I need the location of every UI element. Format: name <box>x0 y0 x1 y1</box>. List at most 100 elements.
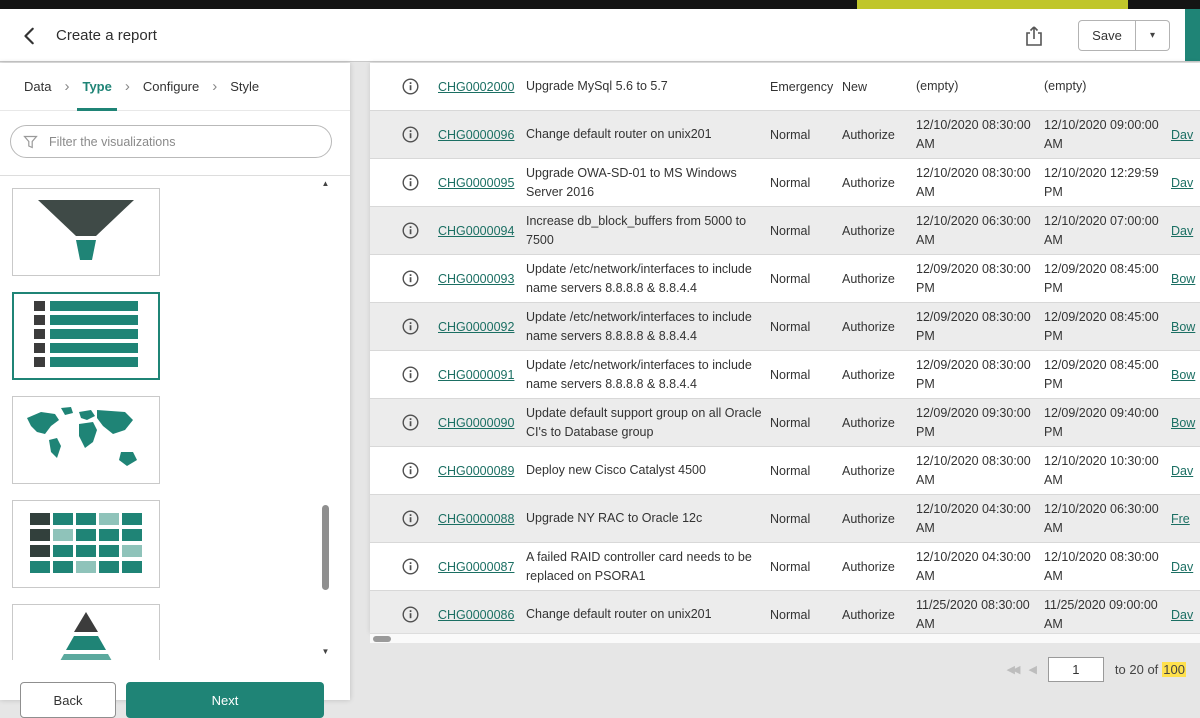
table-row: CHG0002000 Upgrade MySql 5.6 to 5.7 Emer… <box>370 63 1200 111</box>
change-number-link[interactable]: CHG0000089 <box>438 464 526 478</box>
tab-configure[interactable]: Configure <box>143 63 199 111</box>
wizard-steps: Data › Type › Configure › Style <box>0 63 350 111</box>
scroll-up-arrow-icon[interactable]: ▲ <box>319 179 332 189</box>
change-number-link[interactable]: CHG0000096 <box>438 128 526 142</box>
change-number-link[interactable]: CHG0000090 <box>438 416 526 430</box>
assigned-to-link[interactable]: Dav <box>1171 224 1200 238</box>
back-button[interactable]: Back <box>20 682 116 718</box>
table-row: CHG0000096 Change default router on unix… <box>370 111 1200 159</box>
state-cell: Authorize <box>842 608 916 622</box>
change-number-link[interactable]: CHG0000092 <box>438 320 526 334</box>
page-number-input[interactable] <box>1048 657 1104 682</box>
planned-end-cell: 12/10/2020 07:00:00 AM <box>1044 212 1171 248</box>
viz-card-funnel[interactable] <box>12 188 160 276</box>
info-icon[interactable] <box>402 126 419 143</box>
assigned-to-link[interactable]: Bow <box>1171 320 1200 334</box>
assigned-to-link[interactable]: Dav <box>1171 128 1200 142</box>
assigned-to-link[interactable]: Bow <box>1171 416 1200 430</box>
viz-card-heatmap[interactable] <box>12 500 160 588</box>
short-description-cell: A failed RAID controller card needs to b… <box>526 548 764 584</box>
short-description-cell: Update /etc/network/interfaces to includ… <box>526 260 764 296</box>
info-icon[interactable] <box>402 366 419 383</box>
row-info-cell <box>382 126 438 143</box>
planned-end-cell: 12/09/2020 08:45:00 PM <box>1044 308 1171 344</box>
assigned-to-link[interactable]: Bow <box>1171 272 1200 286</box>
pagination-total: 100 <box>1162 662 1186 677</box>
planned-end-cell: 11/25/2020 09:00:00 AM <box>1044 596 1171 632</box>
viz-card-world-map[interactable] <box>12 396 160 484</box>
save-button[interactable]: Save <box>1078 20 1136 51</box>
info-icon[interactable] <box>402 318 419 335</box>
priority-cell: Normal <box>770 272 842 286</box>
assigned-to-link[interactable]: Dav <box>1171 464 1200 478</box>
planned-start-cell: 12/10/2020 04:30:00 AM <box>916 548 1044 584</box>
chevron-right-icon: › <box>125 78 130 95</box>
planned-start-cell: 12/09/2020 08:30:00 PM <box>916 308 1044 344</box>
info-icon[interactable] <box>402 414 419 431</box>
change-number-link[interactable]: CHG0000091 <box>438 368 526 382</box>
short-description-cell: Update default support group on all Orac… <box>526 404 764 440</box>
info-icon[interactable] <box>402 174 419 191</box>
assigned-to-link[interactable]: Fre <box>1171 512 1200 526</box>
report-wizard-panel: Data › Type › Configure › Style <box>0 63 350 700</box>
previous-page-icon[interactable]: ◀ <box>1028 663 1036 676</box>
tab-style[interactable]: Style <box>230 63 259 111</box>
info-icon[interactable] <box>402 558 419 575</box>
top-bar-stripe <box>857 0 1128 9</box>
visualization-filter <box>10 125 332 158</box>
change-number-link[interactable]: CHG0000088 <box>438 512 526 526</box>
save-menu-button[interactable]: ▾ <box>1136 20 1170 51</box>
back-chevron-button[interactable] <box>16 22 44 50</box>
short-description-cell: Update /etc/network/interfaces to includ… <box>526 356 764 392</box>
scroll-down-arrow-icon[interactable]: ▼ <box>319 647 332 657</box>
table-row: CHG0000095 Upgrade OWA-SD-01 to MS Windo… <box>370 159 1200 207</box>
state-cell: Authorize <box>842 368 916 382</box>
info-icon[interactable] <box>402 606 419 623</box>
planned-end-cell: 12/10/2020 06:30:00 AM <box>1044 500 1171 536</box>
row-info-cell <box>382 558 438 575</box>
planned-start-cell: 12/10/2020 06:30:00 AM <box>916 212 1044 248</box>
first-page-icon[interactable]: ◀◀ <box>1007 663 1018 676</box>
viz-card-bar-list[interactable] <box>12 292 160 380</box>
change-number-link[interactable]: CHG0000093 <box>438 272 526 286</box>
filter-visualizations-input[interactable] <box>47 134 319 150</box>
info-icon[interactable] <box>402 78 419 95</box>
priority-cell: Normal <box>770 224 842 238</box>
planned-end-cell: 12/10/2020 10:30:00 AM <box>1044 452 1171 488</box>
state-cell: Authorize <box>842 512 916 526</box>
viz-card-pyramid[interactable] <box>12 604 160 660</box>
change-number-link[interactable]: CHG0000095 <box>438 176 526 190</box>
change-number-link[interactable]: CHG0000094 <box>438 224 526 238</box>
info-icon[interactable] <box>402 462 419 479</box>
row-info-cell <box>382 174 438 191</box>
assigned-to-link[interactable]: Dav <box>1171 560 1200 574</box>
hscrollbar-thumb[interactable] <box>373 636 391 642</box>
table-row: CHG0000088 Upgrade NY RAC to Oracle 12c … <box>370 495 1200 543</box>
assigned-to-link[interactable]: Dav <box>1171 176 1200 190</box>
row-info-cell <box>382 462 438 479</box>
scrollbar-thumb[interactable] <box>322 505 329 590</box>
planned-start-cell: 12/10/2020 08:30:00 AM <box>916 164 1044 200</box>
assigned-to-link[interactable]: Bow <box>1171 368 1200 382</box>
info-icon[interactable] <box>402 510 419 527</box>
change-number-link[interactable]: CHG0002000 <box>438 80 526 94</box>
short-description-cell: Upgrade OWA-SD-01 to MS Windows Server 2… <box>526 164 764 200</box>
planned-end-cell: 12/09/2020 09:40:00 PM <box>1044 404 1171 440</box>
next-button[interactable]: Next <box>126 682 324 718</box>
pagination-range: to 20 of100 <box>1115 662 1186 677</box>
info-icon[interactable] <box>402 270 419 287</box>
tab-data[interactable]: Data <box>24 63 51 111</box>
app-header: Create a report Save ▾ <box>0 9 1200 62</box>
share-button[interactable] <box>1020 22 1048 50</box>
tab-type[interactable]: Type <box>82 63 111 111</box>
change-number-link[interactable]: CHG0000086 <box>438 608 526 622</box>
side-panel-edge[interactable] <box>1185 9 1200 61</box>
assigned-to-link[interactable]: Dav <box>1171 608 1200 622</box>
info-icon[interactable] <box>402 222 419 239</box>
change-number-link[interactable]: CHG0000087 <box>438 560 526 574</box>
priority-cell: Normal <box>770 368 842 382</box>
priority-cell: Normal <box>770 560 842 574</box>
table-row: CHG0000093 Update /etc/network/interface… <box>370 255 1200 303</box>
planned-end-cell: 12/10/2020 08:30:00 AM <box>1044 548 1171 584</box>
state-cell: Authorize <box>842 560 916 574</box>
